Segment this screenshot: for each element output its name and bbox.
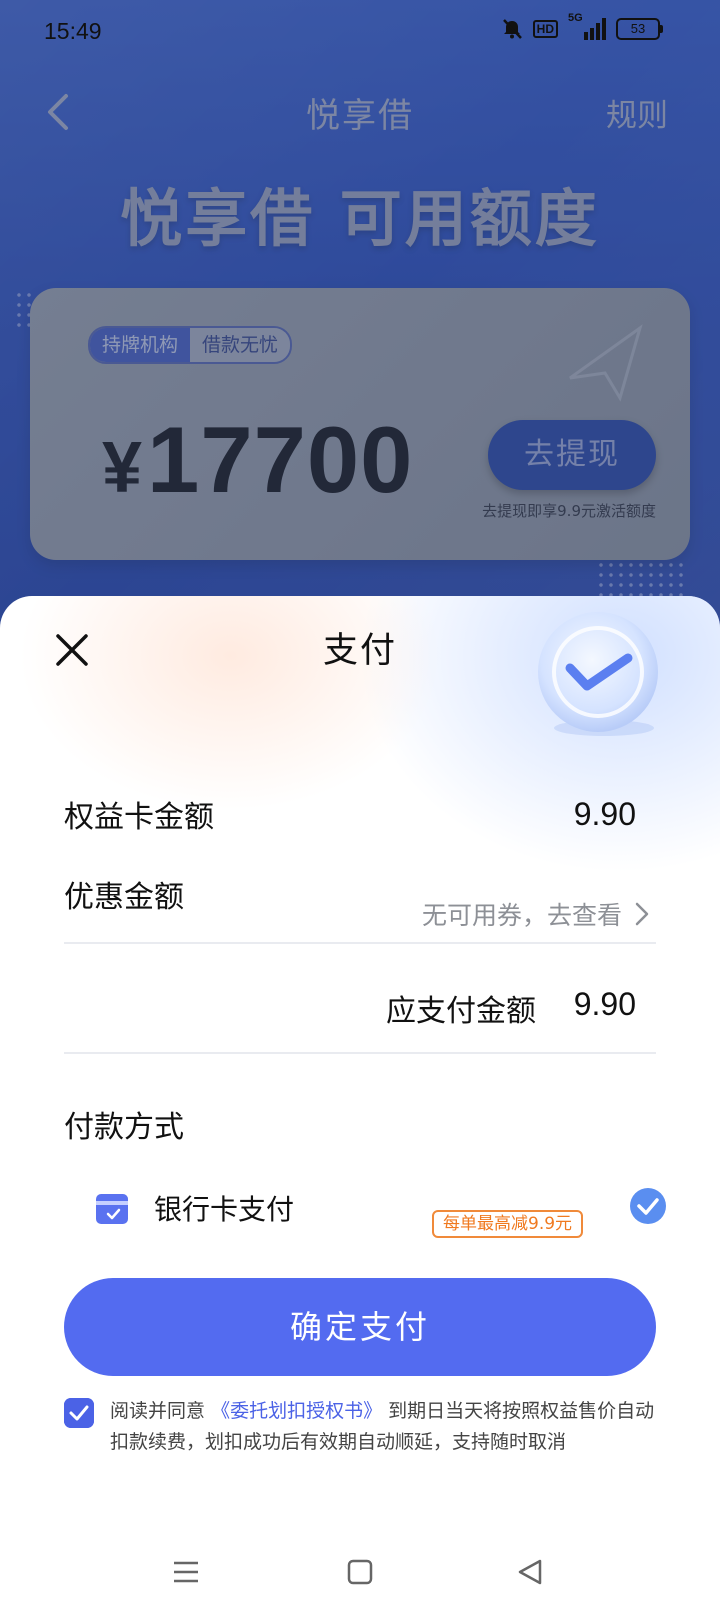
payable-value: 9.90: [573, 986, 636, 1022]
card-amount-value: 9.90: [573, 796, 636, 832]
system-nav-bar: [0, 1540, 720, 1612]
hd-icon: HD: [532, 20, 558, 38]
bank-card-label: 银行卡支付: [154, 1193, 295, 1226]
agreement-text: 阅读并同意 《委托划扣授权书》 到期日当天将按照权益售价自动扣款续费，划扣成功后…: [110, 1396, 670, 1458]
agreement-link[interactable]: 《委托划扣授权书》: [211, 1400, 382, 1422]
card-amount-label: 权益卡金额: [64, 800, 214, 835]
status-icons: HD 5G 53: [501, 12, 663, 40]
agreement-prefix: 阅读并同意: [110, 1400, 206, 1422]
payment-method-title: 付款方式: [64, 1110, 184, 1145]
payable-label: 应支付金额: [386, 994, 536, 1029]
overlay-dim[interactable]: [0, 0, 720, 640]
mute-icon: [502, 19, 522, 39]
coupon-text: 无可用券，去查看: [421, 901, 622, 930]
chevron-right-icon: [635, 902, 649, 926]
promo-badge: 每单最高减9.9元: [432, 1210, 584, 1238]
bank-card-option[interactable]: 银行卡支付 每单最高减9.9元: [96, 1188, 666, 1238]
signal-bars-icon: [584, 18, 606, 40]
payment-sheet: 支付 权益卡金额 9.90 优惠金额 无可用券，去查看 应支付金额 9.90 付…: [0, 596, 720, 1612]
battery-icon: 53: [616, 18, 663, 40]
menu-icon[interactable]: [168, 1554, 204, 1590]
coupon-link[interactable]: 无可用券，去查看: [422, 896, 650, 932]
bank-card-icon: [96, 1194, 128, 1224]
confirm-pay-button[interactable]: 确定支付: [64, 1278, 656, 1376]
divider: [64, 1052, 656, 1054]
back-icon[interactable]: [512, 1554, 548, 1590]
divider: [64, 942, 656, 944]
home-icon[interactable]: [342, 1554, 378, 1590]
checkbox-checked-icon[interactable]: [64, 1398, 94, 1428]
check-badge-icon: [538, 612, 658, 736]
status-time: 15:49: [44, 18, 102, 44]
status-bar: 15:49 HD 5G 53: [0, 0, 720, 64]
signal-icon: 5G: [568, 12, 606, 40]
check-circle-icon[interactable]: [630, 1188, 666, 1224]
discount-label: 优惠金额: [64, 880, 184, 915]
